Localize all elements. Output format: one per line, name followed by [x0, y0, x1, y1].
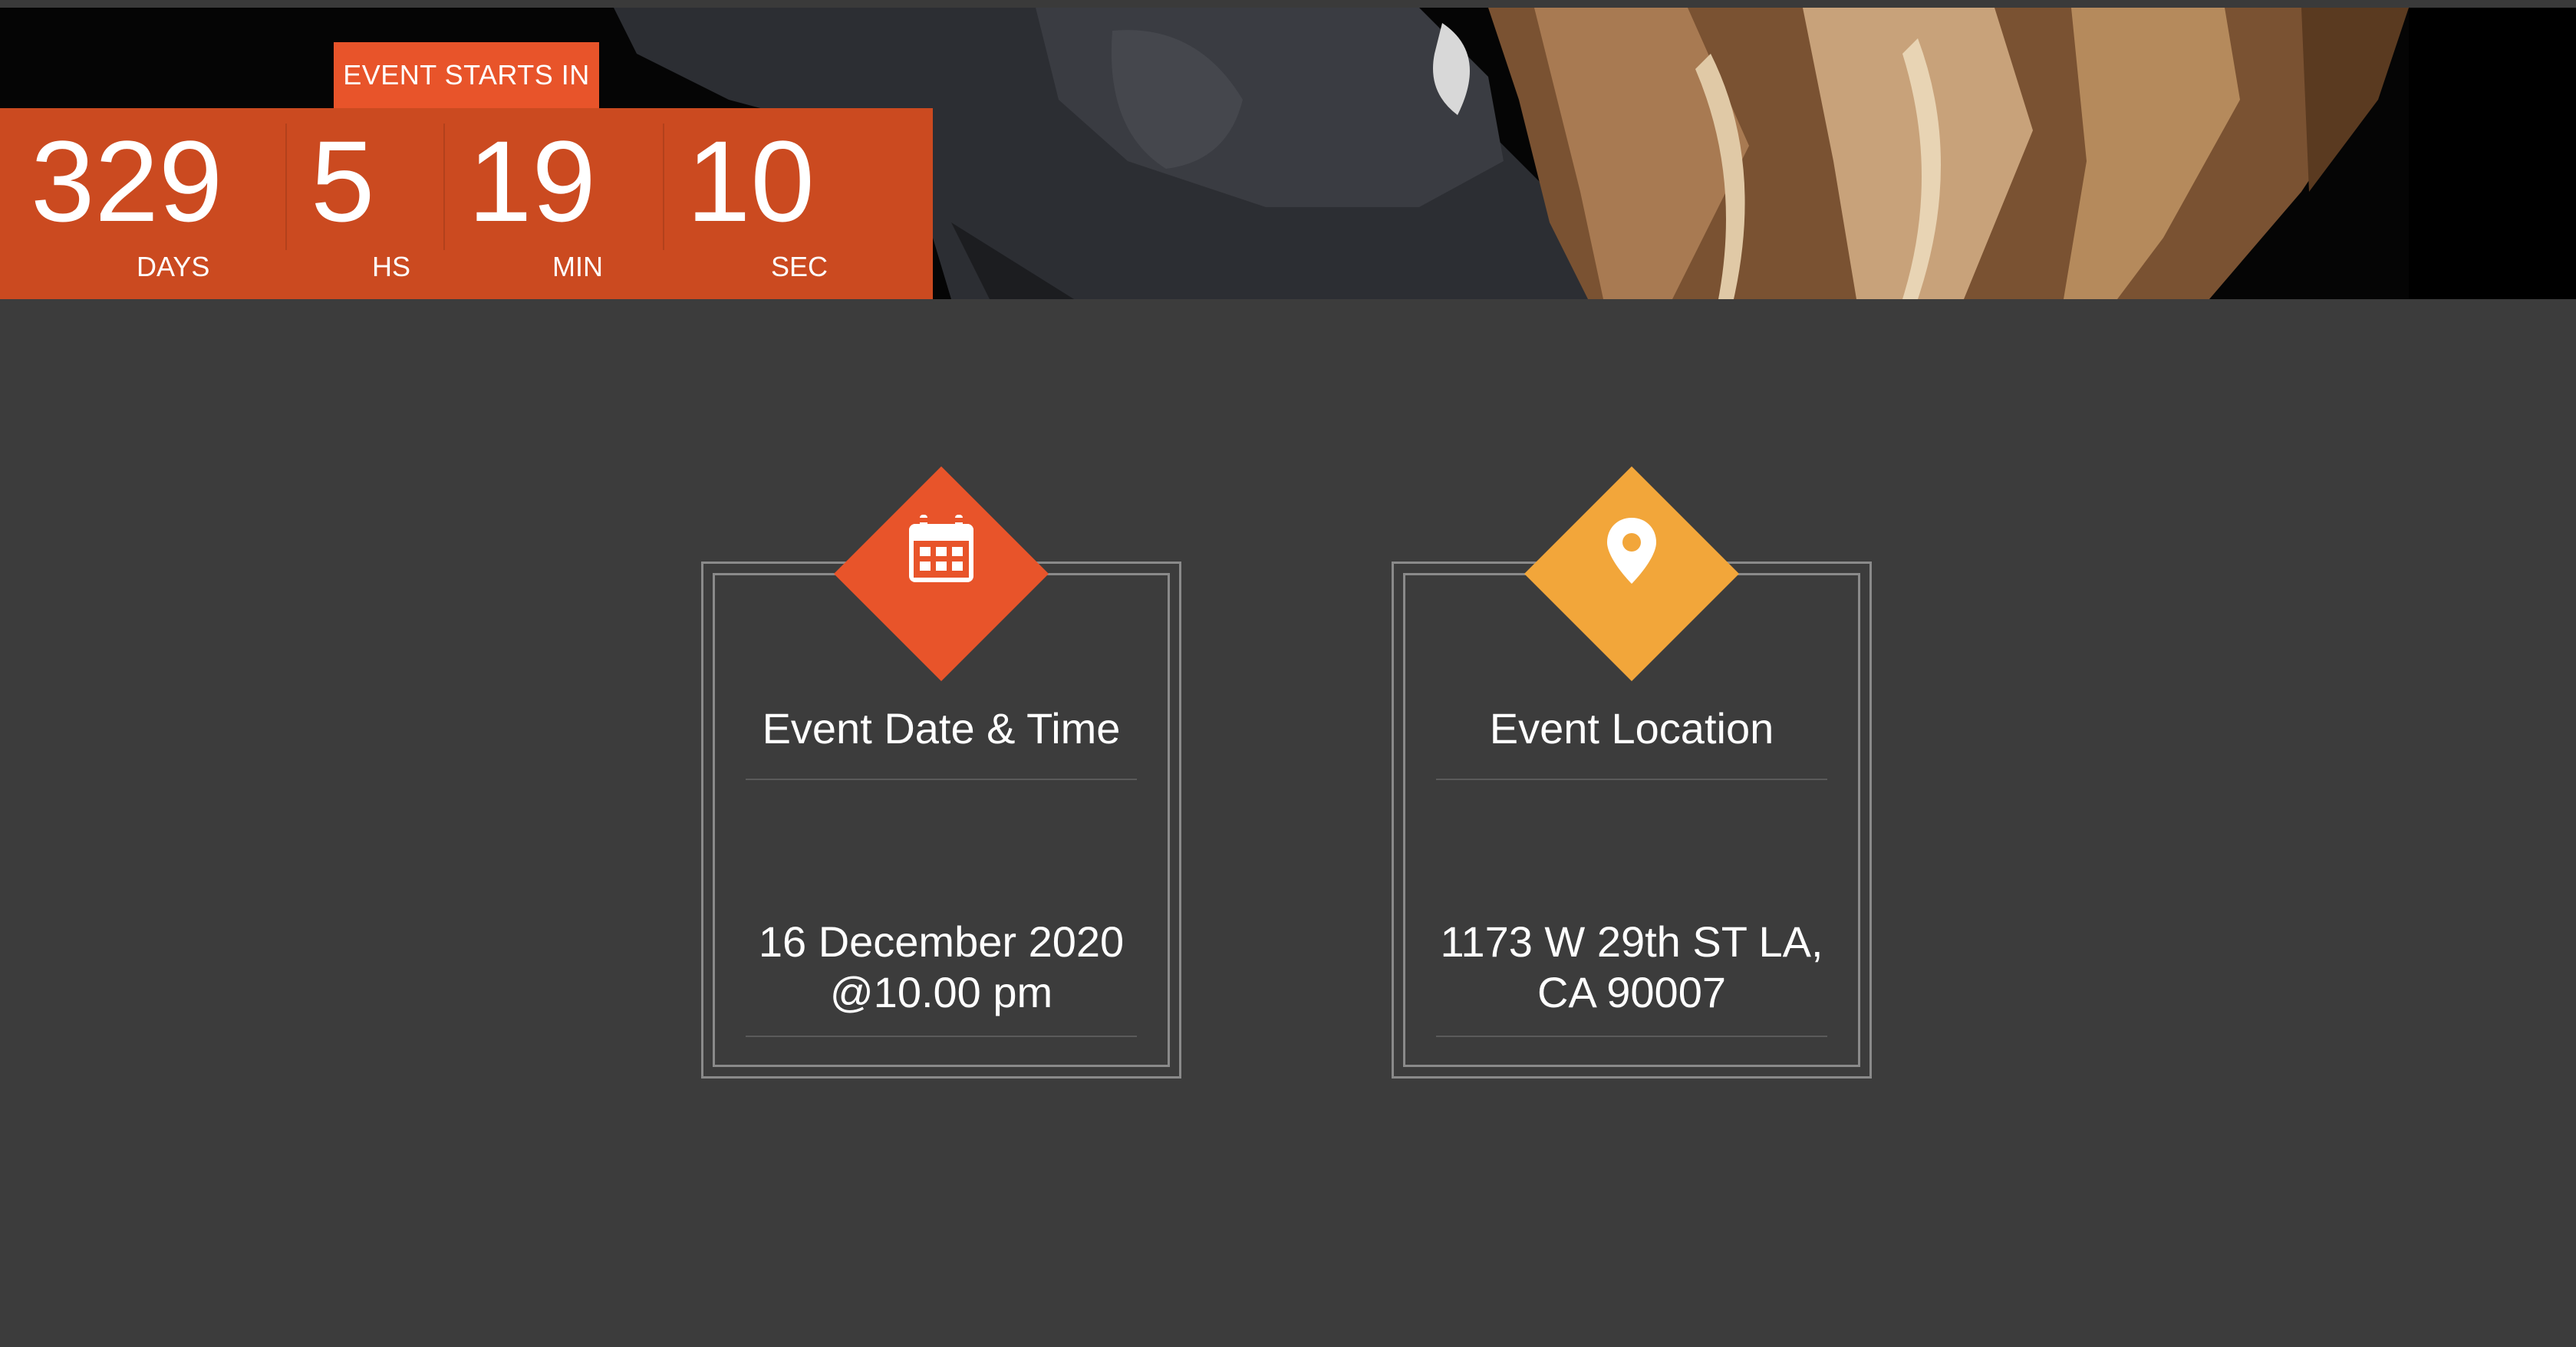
divider: [1436, 779, 1827, 780]
countdown-divider: [663, 124, 664, 250]
countdown-days-value: 329: [31, 117, 223, 245]
event-location-value: 1173 W 29th ST LA, CA 90007: [1409, 917, 1854, 1018]
event-time-line: @10.00 pm: [829, 968, 1053, 1016]
divider: [746, 779, 1137, 780]
event-date-value: 16 December 2020 @10.00 pm: [719, 917, 1164, 1018]
countdown-seconds-label: SEC: [771, 251, 828, 282]
map-pin-icon: [1586, 504, 1678, 596]
event-location-title: Event Location: [1489, 704, 1774, 753]
countdown-timer: 329 DAYS 5 HS 19 MIN 10 SEC: [0, 108, 933, 299]
event-date-title: Event Date & Time: [762, 704, 1121, 753]
countdown-divider: [443, 124, 445, 250]
event-date-card: Event Date & Time 16 December 2020 @10.0…: [701, 466, 1181, 1079]
address-line-1: 1173 W 29th ST LA,: [1440, 917, 1823, 966]
countdown-hours-label: HS: [372, 251, 411, 282]
address-line-2: CA 90007: [1537, 968, 1726, 1016]
event-location-card: Event Location 1173 W 29th ST LA, CA 900…: [1392, 466, 1872, 1079]
calendar-icon: [895, 504, 987, 596]
countdown-hours-value: 5: [311, 117, 375, 245]
countdown-days-label: DAYS: [137, 251, 210, 282]
top-bar: [0, 0, 2576, 8]
divider: [1436, 1036, 1827, 1037]
countdown-divider: [285, 124, 287, 250]
event-page: EVENT STARTS IN 329 DAYS 5 HS 19 MIN 10 …: [0, 0, 2576, 1347]
divider: [746, 1036, 1137, 1037]
event-date-line: 16 December 2020: [758, 917, 1125, 966]
countdown-seconds-value: 10: [687, 117, 815, 245]
event-starts-label: EVENT STARTS IN: [334, 42, 599, 108]
countdown-minutes-value: 19: [468, 117, 596, 245]
countdown-minutes-label: MIN: [552, 251, 603, 282]
